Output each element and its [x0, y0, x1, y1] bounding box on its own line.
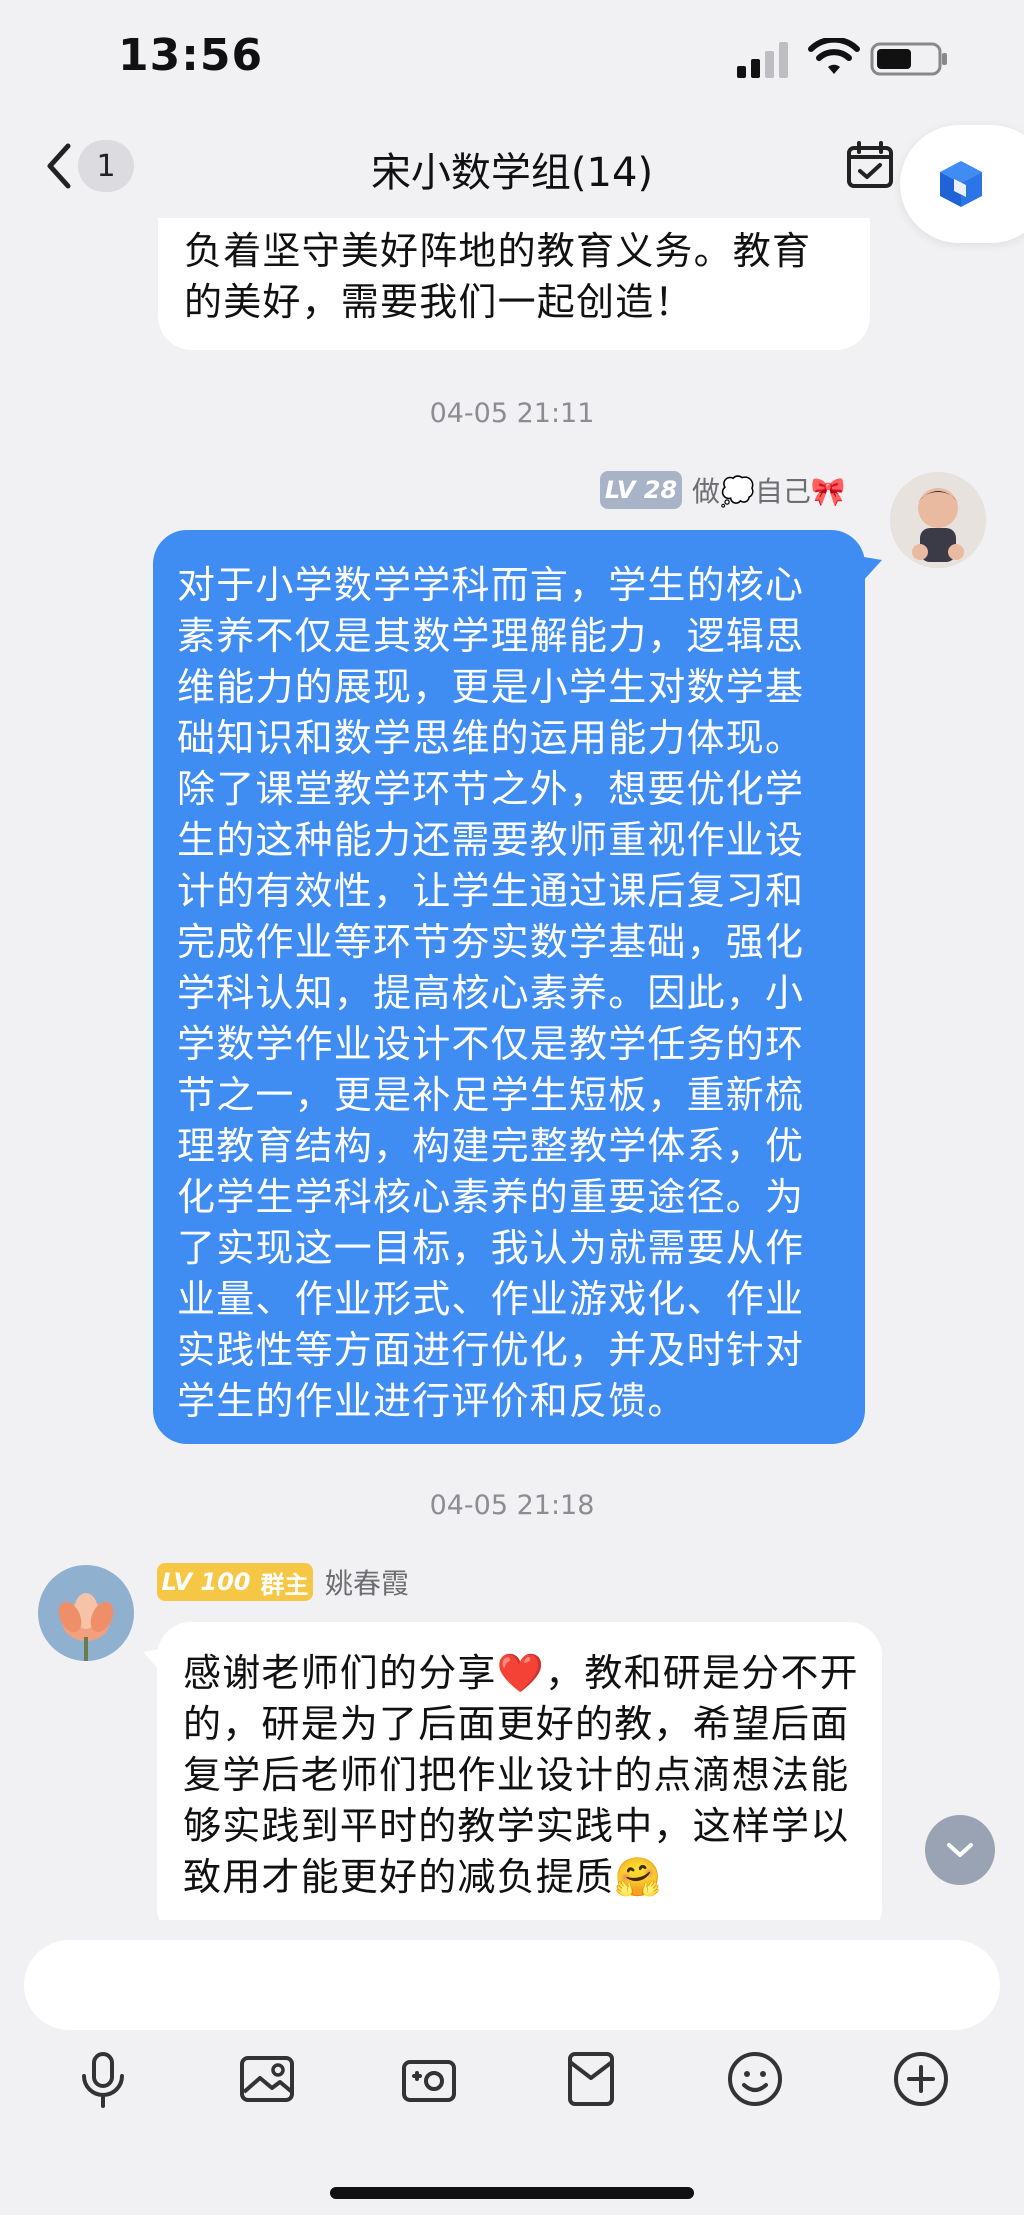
- camera-icon[interactable]: [398, 2048, 460, 2110]
- chevron-down-icon: [947, 1843, 973, 1857]
- app-cube-icon: [940, 161, 982, 207]
- floating-app-button[interactable]: [900, 125, 1024, 243]
- message-text: 感谢老师们的分享❤️，教和研是分不开的，研是为了后面更好的教，希望后面复学后老师…: [183, 1651, 859, 1899]
- microphone-icon[interactable]: [72, 2048, 134, 2110]
- emoji-icon[interactable]: [724, 2048, 786, 2110]
- avatar[interactable]: [890, 472, 986, 568]
- status-time: 13:56: [118, 30, 264, 81]
- signal-icon: [737, 42, 788, 78]
- red-packet-icon[interactable]: [560, 2048, 622, 2110]
- message-bubble-self[interactable]: 对于小学数学学科而言，学生的核心素养不仅是其数学理解能力，逻辑思维能力的展现，更…: [153, 530, 865, 1444]
- scroll-to-bottom-button[interactable]: [925, 1815, 995, 1885]
- message-text: 对于小学数学学科而言，学生的核心素养不仅是其数学理解能力，逻辑思维能力的展现，更…: [177, 563, 805, 1423]
- sender-name[interactable]: 姚春霞: [325, 1562, 409, 1602]
- lotus-photo-icon: [38, 1565, 134, 1661]
- avatar[interactable]: [38, 1565, 134, 1661]
- sender-name[interactable]: 做💭自己🎀: [692, 470, 846, 510]
- baby-photo-icon: [890, 472, 986, 568]
- status-bar: 13:56: [0, 0, 1024, 120]
- level-text: LV 100: [161, 1568, 251, 1596]
- bubble-tail: [858, 556, 882, 582]
- calendar-check-icon[interactable]: [845, 140, 895, 190]
- timestamp: 04-05 21:11: [429, 398, 595, 429]
- plus-icon[interactable]: [890, 2048, 952, 2110]
- timestamp: 04-05 21:18: [429, 1490, 595, 1521]
- owner-role-text: 群主: [260, 1570, 309, 1599]
- message-input[interactable]: [24, 1940, 1000, 2030]
- sender-info: LV 100 群主 姚春霞: [157, 1562, 409, 1602]
- wifi-icon: [808, 38, 860, 74]
- level-badge: LV 28: [600, 471, 682, 509]
- home-indicator[interactable]: [330, 2187, 694, 2199]
- message-bubble-other[interactable]: 感谢老师们的分享❤️，教和研是分不开的，研是为了后面更好的教，希望后面复学后老师…: [157, 1622, 882, 1942]
- message-text: 负着坚守美好阵地的教育义务。教育的美好，需要我们一起创造！: [184, 229, 812, 324]
- battery-icon: [870, 42, 947, 76]
- bubble-tail: [143, 1648, 165, 1672]
- level-badge: LV 100 群主: [157, 1563, 313, 1601]
- image-icon[interactable]: [236, 2048, 298, 2110]
- sender-info: LV 28 做💭自己🎀: [600, 470, 846, 510]
